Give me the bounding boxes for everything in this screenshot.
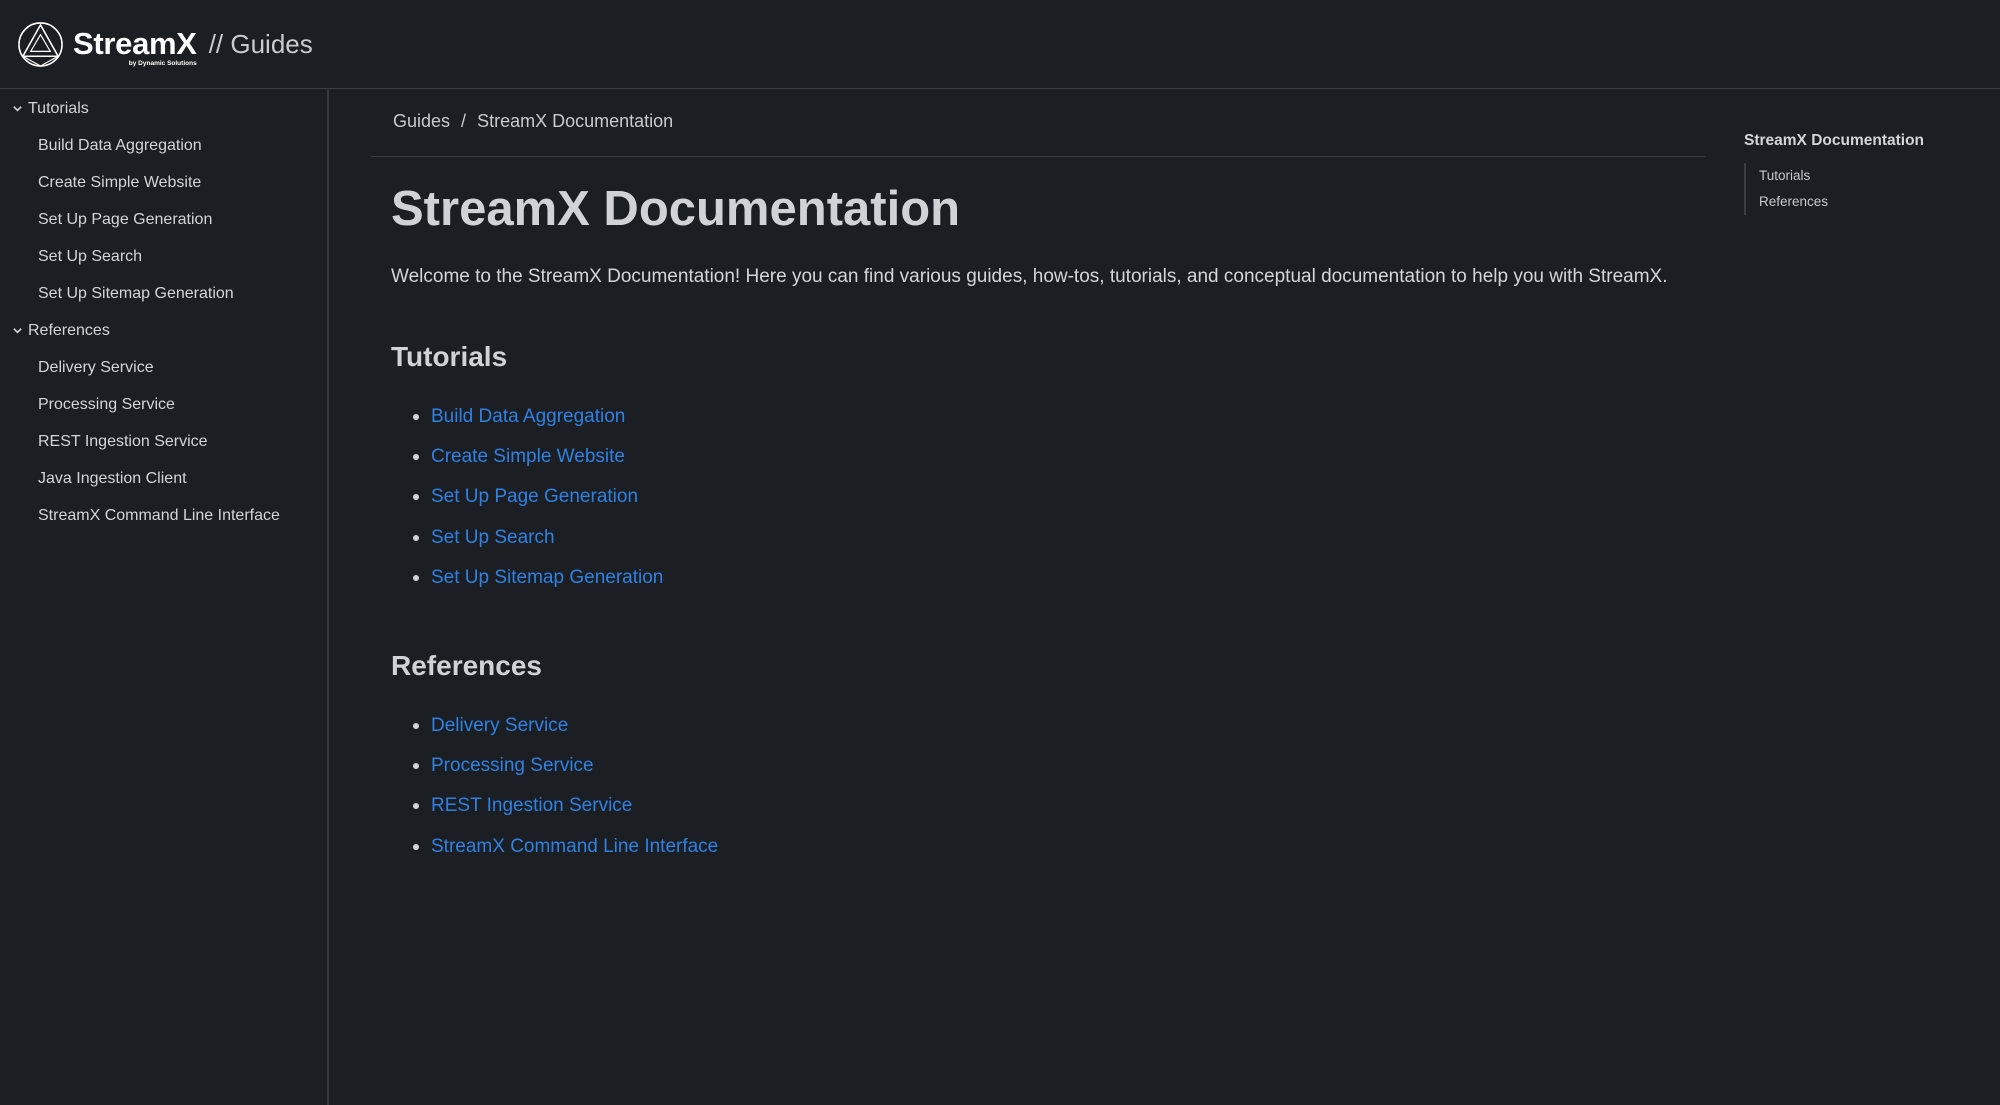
breadcrumb: Guides / StreamX Documentation (371, 90, 1705, 157)
brand: StreamX by Dynamic Solutions (73, 26, 197, 68)
bullet-icon (413, 803, 419, 810)
sidebar-group-tutorials[interactable]: Tutorials (0, 90, 327, 127)
bullet-icon (413, 414, 419, 421)
bullet-icon (413, 723, 419, 730)
sidebar-item-set-up-search[interactable]: Set Up Search (0, 238, 327, 275)
sidebar-item-streamx-cli[interactable]: StreamX Command Line Interface (0, 497, 327, 534)
tutorials-list: Build Data Aggregation Create Simple Web… (391, 397, 1705, 598)
breadcrumb-current: StreamX Documentation (477, 111, 674, 131)
toc-item-tutorials[interactable]: Tutorials (1759, 163, 1984, 189)
list-item: Set Up Search (391, 518, 1705, 558)
top-bar: StreamX by Dynamic Solutions // Guides (0, 0, 2000, 89)
link-processing-service[interactable]: Processing Service (431, 755, 594, 777)
bullet-icon (413, 843, 419, 850)
link-set-up-page-generation[interactable]: Set Up Page Generation (431, 486, 638, 508)
link-create-simple-website[interactable]: Create Simple Website (431, 446, 625, 468)
list-item: StreamX Command Line Interface (391, 827, 1705, 867)
bullet-icon (413, 763, 419, 770)
toc-title[interactable]: StreamX Documentation (1744, 128, 1984, 154)
sidebar-item-build-data-aggregation[interactable]: Build Data Aggregation (0, 127, 327, 164)
brand-subtitle: by Dynamic Solutions (128, 60, 197, 67)
sidebar-group-references[interactable]: References (0, 312, 327, 349)
references-list: Delivery Service Processing Service REST… (391, 706, 1705, 867)
main-content: Guides / StreamX Documentation StreamX D… (371, 90, 1705, 867)
page-title: StreamX Documentation (391, 182, 961, 236)
bullet-icon (413, 494, 419, 501)
brand-name: StreamX (73, 26, 197, 61)
section-title-tutorials: Tutorials (391, 341, 508, 372)
link-rest-ingestion-service[interactable]: REST Ingestion Service (431, 795, 632, 817)
link-delivery-service[interactable]: Delivery Service (431, 715, 568, 737)
chevron-down-icon (13, 328, 22, 334)
breadcrumb-parent[interactable]: Guides (393, 111, 450, 132)
link-set-up-sitemap-generation[interactable]: Set Up Sitemap Generation (431, 567, 663, 589)
list-item: Create Simple Website (391, 437, 1705, 477)
link-streamx-cli[interactable]: StreamX Command Line Interface (431, 836, 718, 858)
link-set-up-search[interactable]: Set Up Search (431, 527, 555, 549)
section-label[interactable]: // Guides (209, 27, 313, 61)
sidebar-group-label: Tutorials (28, 99, 89, 117)
toc-list: Tutorials References (1744, 163, 1984, 215)
list-item: REST Ingestion Service (391, 786, 1705, 826)
sidebar: Tutorials Build Data Aggregation Create … (0, 90, 329, 1105)
sidebar-item-java-ingestion-client[interactable]: Java Ingestion Client (0, 460, 327, 497)
toc-item-references[interactable]: References (1759, 189, 1984, 215)
breadcrumb-separator: / (461, 111, 467, 131)
sidebar-item-set-up-sitemap-generation[interactable]: Set Up Sitemap Generation (0, 275, 327, 312)
sidebar-item-delivery-service[interactable]: Delivery Service (0, 349, 327, 386)
bullet-icon (413, 454, 419, 461)
table-of-contents: StreamX Documentation Tutorials Referenc… (1744, 128, 1984, 215)
list-item: Processing Service (391, 746, 1705, 786)
sidebar-item-set-up-page-generation[interactable]: Set Up Page Generation (0, 201, 327, 238)
link-build-data-aggregation[interactable]: Build Data Aggregation (431, 406, 625, 428)
list-item: Delivery Service (391, 706, 1705, 746)
logo[interactable]: StreamX by Dynamic Solutions (17, 0, 197, 89)
list-item: Set Up Page Generation (391, 477, 1705, 517)
bullet-icon (413, 534, 419, 541)
list-item: Set Up Sitemap Generation (391, 558, 1705, 598)
sidebar-item-processing-service[interactable]: Processing Service (0, 386, 327, 423)
chevron-down-icon (13, 106, 22, 112)
bullet-icon (413, 574, 419, 581)
sidebar-item-rest-ingestion-service[interactable]: REST Ingestion Service (0, 423, 327, 460)
sidebar-group-label: References (28, 321, 110, 339)
section-title-references: References (391, 649, 542, 681)
list-item: Build Data Aggregation (391, 397, 1705, 437)
streamx-logo-icon (18, 21, 63, 67)
intro-text: Welcome to the StreamX Documentation! He… (391, 266, 1668, 287)
article: StreamX Documentation Welcome to the Str… (371, 179, 1705, 867)
sidebar-item-create-simple-website[interactable]: Create Simple Website (0, 164, 327, 201)
